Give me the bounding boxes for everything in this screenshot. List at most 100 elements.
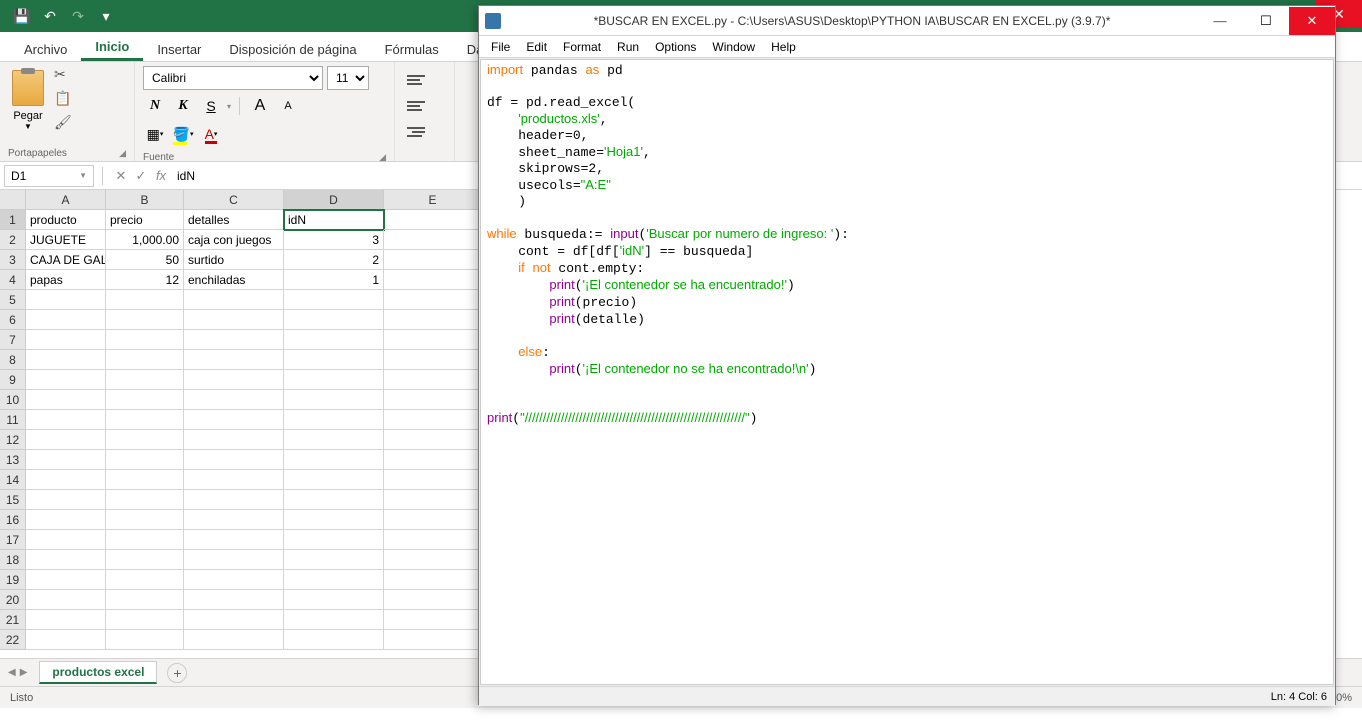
idle-menu-help[interactable]: Help bbox=[763, 40, 804, 54]
sheet-nav-first-icon[interactable]: ◀ bbox=[8, 667, 16, 678]
cell[interactable] bbox=[106, 330, 184, 350]
cell[interactable] bbox=[384, 610, 482, 630]
cell[interactable] bbox=[26, 310, 106, 330]
row-header[interactable]: 13 bbox=[0, 450, 26, 470]
row-header[interactable]: 16 bbox=[0, 510, 26, 530]
cell[interactable] bbox=[184, 390, 284, 410]
cell[interactable] bbox=[26, 450, 106, 470]
idle-menu-format[interactable]: Format bbox=[555, 40, 609, 54]
cell[interactable] bbox=[284, 430, 384, 450]
redo-icon[interactable]: ↷ bbox=[64, 2, 92, 30]
font-dialog-icon[interactable]: ◢ bbox=[379, 152, 386, 163]
font-color-button[interactable]: A▾ bbox=[199, 122, 223, 146]
col-header[interactable]: E bbox=[384, 190, 482, 210]
cell[interactable] bbox=[384, 510, 482, 530]
idle-menu-window[interactable]: Window bbox=[704, 40, 763, 54]
cell[interactable]: 2 bbox=[284, 250, 384, 270]
cell[interactable] bbox=[384, 210, 482, 230]
cell[interactable] bbox=[184, 550, 284, 570]
cell[interactable] bbox=[184, 570, 284, 590]
zoom-level[interactable]: 0% bbox=[1336, 692, 1352, 704]
cell[interactable] bbox=[384, 290, 482, 310]
col-header[interactable]: C bbox=[184, 190, 284, 210]
cell[interactable] bbox=[106, 350, 184, 370]
italic-button[interactable]: K bbox=[171, 94, 195, 118]
cell[interactable] bbox=[106, 590, 184, 610]
cell[interactable] bbox=[184, 410, 284, 430]
align-top-button[interactable] bbox=[403, 70, 429, 90]
cell[interactable] bbox=[184, 310, 284, 330]
cell[interactable] bbox=[284, 570, 384, 590]
cell[interactable] bbox=[26, 590, 106, 610]
cell[interactable] bbox=[184, 350, 284, 370]
cell[interactable] bbox=[106, 550, 184, 570]
cell[interactable] bbox=[26, 630, 106, 650]
cell[interactable] bbox=[284, 630, 384, 650]
cell[interactable] bbox=[26, 410, 106, 430]
borders-button[interactable]: ▦▾ bbox=[143, 122, 167, 146]
cell[interactable] bbox=[184, 470, 284, 490]
cell[interactable] bbox=[284, 310, 384, 330]
decrease-indent-button[interactable] bbox=[403, 122, 429, 142]
cell[interactable]: 50 bbox=[106, 250, 184, 270]
cell[interactable] bbox=[26, 430, 106, 450]
cell[interactable] bbox=[106, 490, 184, 510]
row-header[interactable]: 6 bbox=[0, 310, 26, 330]
cell[interactable] bbox=[106, 630, 184, 650]
cell[interactable] bbox=[284, 390, 384, 410]
cell[interactable] bbox=[384, 390, 482, 410]
cell[interactable] bbox=[384, 250, 482, 270]
cell[interactable]: surtido bbox=[184, 250, 284, 270]
cell[interactable] bbox=[184, 370, 284, 390]
row-header[interactable]: 18 bbox=[0, 550, 26, 570]
cell[interactable]: 1 bbox=[284, 270, 384, 290]
cell[interactable]: JUGUETE bbox=[26, 230, 106, 250]
row-header[interactable]: 15 bbox=[0, 490, 26, 510]
cell[interactable] bbox=[184, 490, 284, 510]
cell[interactable] bbox=[384, 550, 482, 570]
cell[interactable] bbox=[384, 490, 482, 510]
row-header[interactable]: 12 bbox=[0, 430, 26, 450]
cell[interactable] bbox=[384, 330, 482, 350]
cancel-formula-icon[interactable]: ✕ bbox=[111, 168, 131, 184]
cell[interactable] bbox=[106, 450, 184, 470]
cell[interactable] bbox=[26, 570, 106, 590]
ribbon-tab-inicio[interactable]: Inicio bbox=[81, 35, 143, 61]
cell[interactable]: 1,000.00 bbox=[106, 230, 184, 250]
cell[interactable] bbox=[384, 470, 482, 490]
select-all-corner[interactable] bbox=[0, 190, 26, 210]
cell[interactable] bbox=[184, 330, 284, 350]
idle-menu-edit[interactable]: Edit bbox=[518, 40, 555, 54]
cell[interactable] bbox=[384, 590, 482, 610]
cell[interactable] bbox=[106, 570, 184, 590]
cell[interactable]: idN bbox=[284, 210, 384, 230]
row-header[interactable]: 17 bbox=[0, 530, 26, 550]
cell[interactable]: CAJA DE GAL bbox=[26, 250, 106, 270]
cell[interactable] bbox=[26, 370, 106, 390]
cell[interactable] bbox=[106, 430, 184, 450]
cell[interactable] bbox=[184, 630, 284, 650]
cell[interactable] bbox=[284, 510, 384, 530]
cell[interactable] bbox=[26, 510, 106, 530]
name-box[interactable]: D1▼ bbox=[4, 165, 94, 187]
font-name-combo[interactable]: Calibri bbox=[143, 66, 323, 90]
copy-icon[interactable]: 📋 bbox=[54, 90, 74, 110]
row-header[interactable]: 10 bbox=[0, 390, 26, 410]
cell[interactable] bbox=[106, 310, 184, 330]
cell[interactable] bbox=[26, 350, 106, 370]
row-header[interactable]: 19 bbox=[0, 570, 26, 590]
cell[interactable] bbox=[184, 610, 284, 630]
cell[interactable] bbox=[26, 470, 106, 490]
col-header[interactable]: D bbox=[284, 190, 384, 210]
cell[interactable]: precio bbox=[106, 210, 184, 230]
cell[interactable] bbox=[284, 590, 384, 610]
cell[interactable] bbox=[384, 530, 482, 550]
cell[interactable] bbox=[26, 550, 106, 570]
cut-icon[interactable]: ✂ bbox=[54, 66, 74, 86]
row-header[interactable]: 3 bbox=[0, 250, 26, 270]
cell[interactable] bbox=[184, 530, 284, 550]
cell[interactable]: papas bbox=[26, 270, 106, 290]
cell[interactable] bbox=[26, 330, 106, 350]
customize-qat-icon[interactable]: ▾ bbox=[92, 2, 120, 30]
cell[interactable] bbox=[106, 370, 184, 390]
